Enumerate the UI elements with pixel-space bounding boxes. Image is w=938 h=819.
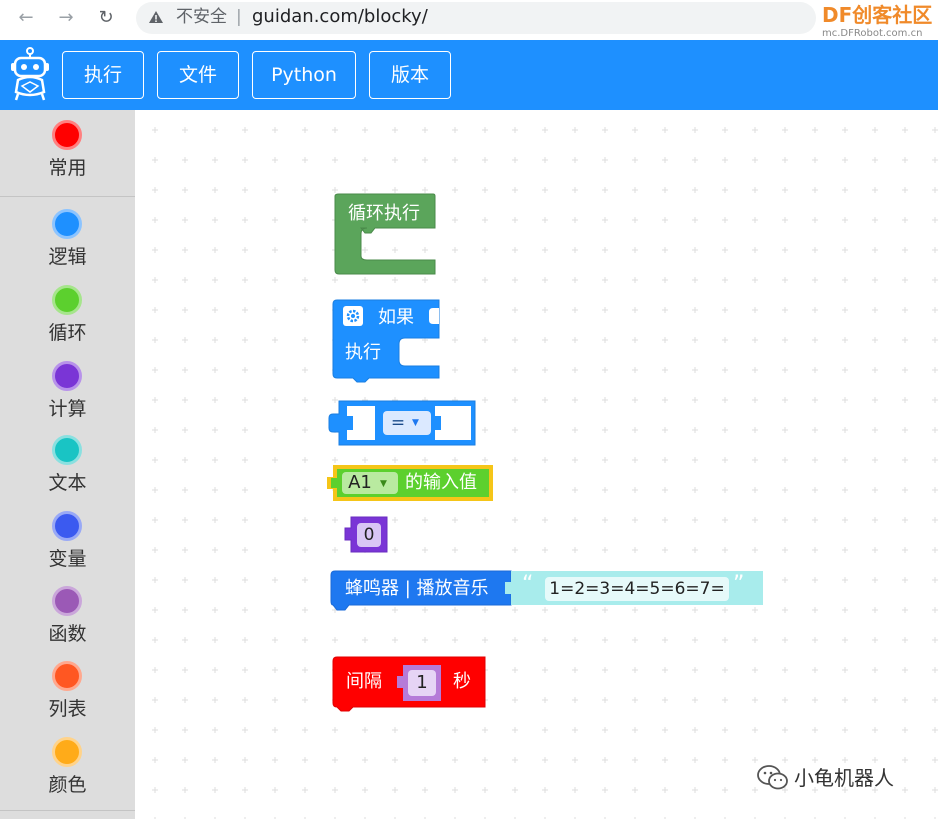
close-quote-icon: ” [733,572,745,597]
chevron-down-icon: ▼ [412,418,419,428]
block-input-label[interactable]: 的输入值 [405,472,477,494]
security-label: 不安全 [176,7,227,27]
pin-dropdown[interactable]: A1 [342,472,378,494]
category-dot [52,285,82,315]
reload-icon[interactable]: ↻ [94,6,118,30]
workspace-canvas [135,110,938,819]
category-label: 文本 [48,472,87,494]
toolbox: 常用 逻辑 循环 计算 文本 变量 函数 列表 颜色 [0,110,135,819]
robot-logo-icon [11,47,49,101]
block-if-label[interactable]: 如果 [378,307,414,329]
category-dot [52,737,82,767]
menu-version-button[interactable]: 版本 [369,51,451,99]
site-logo-sub: mc.DFRobot.com.cn [822,28,923,39]
block-loop-label[interactable]: 循环执行 [348,203,420,225]
chevron-down-icon: ▼ [380,479,387,489]
category-label: 函数 [48,623,87,645]
site-logo: DF创客社区 [822,3,932,27]
block-delay-unit[interactable]: 秒 [453,671,471,693]
category-dot [52,511,82,541]
back-arrow-icon[interactable]: ← [14,6,38,30]
block-if-do-label[interactable]: 执行 [345,342,381,364]
forward-arrow-icon[interactable]: → [54,6,78,30]
url-separator: | [236,7,242,27]
url-text[interactable]: guidan.com/blocky/ [252,6,428,28]
delay-seconds-field[interactable]: 1 [408,672,436,694]
category-label: 计算 [48,398,87,420]
menu-run-button[interactable]: 执行 [62,51,144,99]
site-logo-text: 创客社区 [852,3,933,27]
category-dot [52,209,82,239]
category-dot [52,361,82,391]
menu-file-button[interactable]: 文件 [157,51,239,99]
music-notes-field[interactable]: 1=2=3=4=5=6=7= [545,578,729,600]
category-dot [52,435,82,465]
number-field[interactable]: 0 [357,524,381,546]
browser-address-bar: ← → ↻ 不安全 | guidan.com/blocky/ DF创客社区 mc… [0,0,938,40]
category-dot [52,120,82,150]
category-label: 逻辑 [48,246,87,268]
category-label: 变量 [48,548,87,570]
app-header: 执行 文件 Python 版本 [0,40,938,110]
block-buzzer-label[interactable]: 蜂鸣器 | 播放音乐 [345,578,489,600]
category-label: 列表 [48,698,87,720]
category-label: 循环 [48,322,87,344]
compare-operator-dropdown[interactable]: = [383,412,413,434]
warning-icon [149,11,163,23]
gear-icon[interactable] [343,306,363,326]
watermark-text: 小龟机器人 [794,766,894,790]
toolbox-divider [0,196,135,197]
open-quote-icon: “ [522,572,534,597]
category-dot [52,661,82,691]
wechat-icon [757,765,788,790]
category-dot [52,586,82,616]
category-label: 颜色 [48,774,87,796]
toolbox-divider [0,810,135,811]
block-delay-label[interactable]: 间隔 [346,671,382,693]
blockly-workspace[interactable]: 循环执行 如果 执行 = ▼ A1 ▼ 的输入值 0 蜂鸣器 | 播放音乐 “ … [135,110,938,819]
category-label: 常用 [48,157,87,179]
menu-python-button[interactable]: Python [252,51,356,99]
site-logo-df: DF [822,3,853,27]
